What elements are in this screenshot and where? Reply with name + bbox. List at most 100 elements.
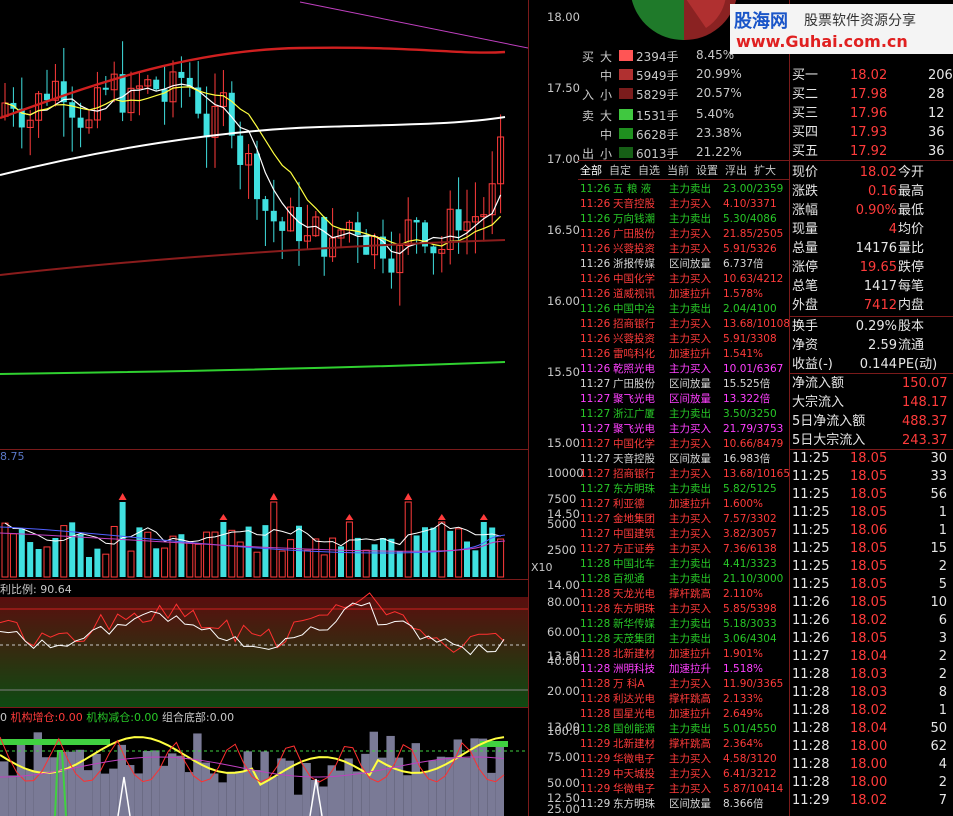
alert-row[interactable]: 11:27 利亚德 加速拉升 1.600% bbox=[578, 497, 790, 512]
alert-stock-name: 聚飞光电 bbox=[613, 393, 655, 405]
volume-bar bbox=[136, 527, 143, 577]
alert-time: 11:27 bbox=[580, 423, 611, 435]
alert-row[interactable]: 11:26 浙报传媒 区间放量 6.737倍 bbox=[578, 257, 790, 272]
alert-row[interactable]: 11:27 浙江广厦 主力卖出 3.50/3250 bbox=[578, 407, 790, 422]
tab-4[interactable]: 设置 bbox=[696, 164, 718, 177]
alert-row[interactable]: 11:26 天音控股 主力买入 4.10/3371 bbox=[578, 197, 790, 212]
alert-row[interactable]: 11:27 聚飞光电 主力买入 21.79/3753 bbox=[578, 422, 790, 437]
tab-3[interactable]: 当前 bbox=[667, 164, 689, 177]
alert-row[interactable]: 11:28 中国北车 主力卖出 4.41/3323 bbox=[578, 557, 790, 572]
alert-row[interactable]: 11:28 国创能源 主力卖出 5.01/4550 bbox=[578, 722, 790, 737]
flow-size-label: 大 bbox=[600, 109, 613, 123]
tab-0[interactable]: 全部 bbox=[580, 164, 602, 177]
alert-time: 11:29 bbox=[580, 783, 611, 795]
alert-row[interactable]: 11:27 招商银行 主力买入 13.68/10165 bbox=[578, 467, 790, 482]
institution-bar bbox=[277, 758, 286, 816]
volume-bar bbox=[270, 501, 278, 578]
alert-value: 5.30/4086 bbox=[723, 213, 777, 225]
alert-time: 11:27 bbox=[580, 438, 611, 450]
alert-row[interactable]: 11:29 华微电子 主力买入 5.87/10414 bbox=[578, 782, 790, 797]
alert-row[interactable]: 11:27 金地集团 主力买入 7.57/3302 bbox=[578, 512, 790, 527]
alert-type: 主力买入 bbox=[669, 243, 711, 255]
alert-time: 11:26 bbox=[580, 348, 611, 360]
alert-row[interactable]: 11:28 洲明科技 加速拉升 1.518% bbox=[578, 662, 790, 677]
watermark-subtitle: 股票软件资源分享 bbox=[804, 13, 916, 29]
alert-time: 11:26 bbox=[580, 303, 611, 315]
alert-row[interactable]: 11:29 北新建材 撑杆跳高 2.364% bbox=[578, 737, 790, 752]
alert-type: 主力买入 bbox=[669, 753, 711, 765]
alert-row[interactable]: 11:26 五 粮 液 主力卖出 23.00/2359 bbox=[578, 182, 790, 197]
ratio-lines bbox=[0, 592, 528, 707]
alert-type: 撑杆跳高 bbox=[669, 693, 711, 705]
alert-value: 11.90/3365 bbox=[723, 678, 784, 690]
alert-row[interactable]: 11:26 兴蓉投资 主力买入 5.91/5326 bbox=[578, 242, 790, 257]
trade-time: 11:28 bbox=[792, 667, 830, 682]
alert-value: 1.541% bbox=[723, 348, 764, 360]
alert-row[interactable]: 11:28 万 科A 主力买入 11.90/3365 bbox=[578, 677, 790, 692]
alert-row[interactable]: 11:27 中国化学 主力买入 10.66/8479 bbox=[578, 437, 790, 452]
alert-stock-name: 天龙光电 bbox=[613, 588, 655, 600]
alert-row[interactable]: 11:29 东方明珠 区间放量 8.366倍 bbox=[578, 797, 790, 812]
volume-bar bbox=[153, 548, 160, 577]
alert-row[interactable]: 11:28 天龙光电 撑杆跳高 2.110% bbox=[578, 587, 790, 602]
alert-type: 主力买入 bbox=[669, 783, 711, 795]
alert-stock-name: 中国北车 bbox=[613, 558, 655, 570]
trade-row: 11:25 18.05 2 bbox=[790, 558, 953, 576]
alert-row[interactable]: 11:27 方正证券 主力买入 7.36/6138 bbox=[578, 542, 790, 557]
alert-row[interactable]: 11:26 道威视讯 加速拉升 1.578% bbox=[578, 287, 790, 302]
alert-row[interactable]: 11:28 国星光电 加速拉升 2.649% bbox=[578, 707, 790, 722]
alert-row[interactable]: 11:28 北新建材 加速拉升 1.901% bbox=[578, 647, 790, 662]
fund-flow-label: 净流入额 bbox=[792, 376, 845, 391]
alert-row[interactable]: 11:26 中国化学 主力买入 10.63/4212 bbox=[578, 272, 790, 287]
volume-header-value: 8.75 bbox=[0, 450, 25, 463]
volume-pane[interactable]: 8.75 bbox=[0, 449, 528, 580]
alert-row[interactable]: 11:28 天茂集团 主力卖出 3.06/4304 bbox=[578, 632, 790, 647]
alert-time: 11:26 bbox=[580, 183, 611, 195]
quote-value: 19.65 bbox=[859, 260, 897, 275]
trade-price: 18.04 bbox=[850, 721, 888, 736]
tab-1[interactable]: 自定 bbox=[609, 164, 631, 177]
volume-bar bbox=[245, 526, 252, 577]
alert-row[interactable]: 11:26 乾照光电 主力买入 10.01/6367 bbox=[578, 362, 790, 377]
volume-bars[interactable] bbox=[0, 449, 528, 579]
alert-value: 16.983倍 bbox=[723, 453, 771, 465]
volume-arrow-icon bbox=[118, 493, 127, 500]
alert-row[interactable]: 11:27 聚飞光电 区间放量 13.322倍 bbox=[578, 392, 790, 407]
alert-type: 主力买入 bbox=[669, 318, 711, 330]
alert-row[interactable]: 11:26 雷鸣科化 加速拉升 1.541% bbox=[578, 347, 790, 362]
alert-row[interactable]: 11:28 百视通 主力卖出 21.10/3000 bbox=[578, 572, 790, 587]
alert-row[interactable]: 11:28 新华传媒 主力卖出 5.18/3033 bbox=[578, 617, 790, 632]
candle-body bbox=[77, 117, 84, 128]
alert-list[interactable]: 11:26 五 粮 液主力卖出 23.00/2359 11:26 天音控股 主力买入 4.1… bbox=[578, 182, 790, 816]
ratio-indicator-pane[interactable]: 利比例: 90.64 bbox=[0, 579, 528, 708]
volume-ma-long-line bbox=[0, 526, 506, 554]
institution-bar bbox=[168, 753, 177, 816]
institution-bar bbox=[361, 753, 370, 816]
alert-time: 11:28 bbox=[580, 678, 611, 690]
alert-time: 11:27 bbox=[580, 498, 611, 510]
alert-row[interactable]: 11:28 东方明珠 主力买入 5.85/5398 bbox=[578, 602, 790, 617]
institution-indicator-pane[interactable]: 0 机构增仓:0.00 机构减仓:0.00 组合底部:0.00 bbox=[0, 707, 528, 816]
alert-row[interactable]: 11:27 广田股份 区间放量 15.525倍 bbox=[578, 377, 790, 392]
alert-value: 10.66/8479 bbox=[723, 438, 784, 450]
alert-row[interactable]: 11:26 招商银行 主力买入 13.68/10108 bbox=[578, 317, 790, 332]
flow-volume: 2394手 bbox=[636, 50, 679, 64]
tab-2[interactable]: 自选 bbox=[638, 164, 660, 177]
alert-row[interactable]: 11:29 中天城投 主力买入 6.41/3212 bbox=[578, 767, 790, 782]
price-chart-pane[interactable] bbox=[0, 0, 528, 450]
candlestick-chart[interactable] bbox=[0, 0, 528, 449]
quote-right-label: 内盘 bbox=[898, 298, 925, 313]
alert-row[interactable]: 11:26 万向钱潮 主力卖出 5.30/4086 bbox=[578, 212, 790, 227]
alert-row[interactable]: 11:27 东方明珠 主力卖出 5.82/5125 bbox=[578, 482, 790, 497]
alert-value: 4.41/3323 bbox=[723, 558, 777, 570]
alert-row[interactable]: 11:27 中国建筑 主力买入 3.82/3057 bbox=[578, 527, 790, 542]
alert-row[interactable]: 11:29 华微电子 主力买入 4.58/3120 bbox=[578, 752, 790, 767]
alert-row[interactable]: 11:28 利达光电 撑杆跳高 2.133% bbox=[578, 692, 790, 707]
alert-row[interactable]: 11:26 兴蓉投资 主力买入 5.91/3308 bbox=[578, 332, 790, 347]
tab-5[interactable]: 浮出 bbox=[725, 164, 747, 177]
alert-row[interactable]: 11:27 天音控股 区间放量 16.983倍 bbox=[578, 452, 790, 467]
alert-row[interactable]: 11:26 广田股份 主力买入 21.85/2505 bbox=[578, 227, 790, 242]
tab-6[interactable]: 扩大 bbox=[754, 164, 776, 177]
order-book-volume: 36 bbox=[928, 125, 945, 140]
alert-row[interactable]: 11:26 中国中冶 主力卖出 2.04/4100 bbox=[578, 302, 790, 317]
